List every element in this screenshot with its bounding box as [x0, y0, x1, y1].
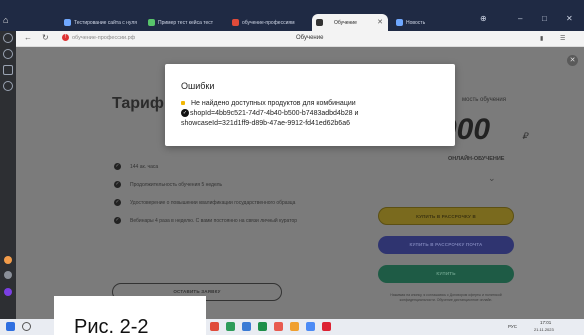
tab-label: обучение-профессиям	[242, 19, 295, 26]
taskbar-app-icon[interactable]	[290, 322, 299, 331]
reload-icon[interactable]: ↻	[42, 33, 49, 42]
tab-label: Тестирование сайта с нуля	[74, 19, 137, 26]
clock-date[interactable]: 21.11.2023	[534, 327, 554, 332]
browser-sidebar	[0, 31, 16, 319]
tab-active[interactable]: Обучение ✕	[312, 14, 388, 31]
taskbar-app-icon[interactable]	[306, 322, 315, 331]
cost-label: мость обучения	[462, 97, 507, 103]
online-label: ОНЛАЙН-ОБУЧЕНИЕ	[448, 156, 505, 162]
check-icon: ✓	[114, 217, 121, 224]
fine-print: Нажимая на кнопку, я соглашаюсь с Догово…	[390, 293, 502, 302]
shop-id: shopId=4bb9c521-74d7-4b40-b500-b7483adbd…	[190, 110, 359, 117]
buy-installment-post-button[interactable]: КУПИТЬ В РАССРОЧКУ ПОЧТА	[378, 236, 514, 254]
start-icon[interactable]	[6, 322, 15, 331]
tab-favicon-icon	[316, 19, 323, 26]
chevron-down-icon[interactable]: ⌄	[488, 173, 496, 184]
language-indicator[interactable]: РУС	[508, 324, 517, 329]
back-icon[interactable]: ←	[24, 33, 32, 42]
taskbar-app-icon[interactable]	[242, 322, 251, 331]
sidebar-alice-icon[interactable]	[4, 288, 12, 296]
tab-favicon-icon	[232, 19, 239, 26]
figure-caption: Рис. 2-2	[54, 296, 206, 335]
buy-button[interactable]: КУПИТЬ	[378, 265, 514, 283]
taskbar-app-icon[interactable]	[322, 322, 331, 331]
minimize-icon[interactable]: –	[518, 14, 522, 23]
tab-1[interactable]: Тестирование сайта с нуля	[60, 14, 142, 31]
reader-icon[interactable]: ☰	[560, 35, 565, 42]
feature-item: ✓ 144 ак. часа	[114, 163, 158, 170]
tab-label: Пример тест кейсa тест	[158, 19, 214, 26]
url-field[interactable]: обучение-профессии.рф	[72, 35, 135, 41]
browser-logo-icon: ⌂	[3, 15, 9, 25]
tab-5[interactable]: Новость	[392, 14, 462, 31]
taskbar-app-icon[interactable]	[274, 322, 283, 331]
taskbar-app-icon[interactable]	[226, 322, 235, 331]
page-title: Обучение	[296, 35, 324, 41]
modal-title: Ошибки	[181, 81, 215, 91]
tab-favicon-icon	[64, 19, 71, 26]
feature-item: ✓ Вебинары 4 раза в неделю. С вами посто…	[114, 217, 297, 224]
feature-item: ✓ Продолжительность обучения 5 недель	[114, 181, 222, 188]
feature-text: Вебинары 4 раза в неделю. С вами постоян…	[130, 217, 298, 224]
tab-favicon-icon	[396, 19, 403, 26]
feature-text: 144 ак. часа	[130, 163, 159, 170]
sidebar-add-icon[interactable]	[4, 271, 12, 279]
tab-label: Обучение	[334, 19, 357, 26]
warning-icon[interactable]: !	[62, 34, 69, 41]
taskbar-app-icon[interactable]	[258, 322, 267, 331]
sidebar-settings-icon[interactable]	[3, 81, 13, 91]
new-tab-icon[interactable]: ⊕	[480, 14, 487, 23]
search-icon[interactable]	[22, 322, 31, 331]
sidebar-bookmarks-icon[interactable]	[3, 65, 13, 75]
tariff-title: Тариф	[112, 95, 164, 112]
error-modal: Ошибки Не найдено доступных продуктов дл…	[165, 64, 455, 146]
feature-item: ✓ Удостоверение о повышении квалификации…	[114, 199, 295, 206]
bullet-icon	[181, 101, 185, 106]
currency-symbol: ₽	[522, 131, 528, 141]
close-icon[interactable]: ✕	[567, 55, 578, 66]
showcase-id: showcaseId=321d1ff9-d89b-47ae-9912-fd41e…	[181, 120, 350, 127]
maximize-icon[interactable]: □	[542, 14, 547, 23]
tab-label: Новость	[406, 19, 426, 26]
tab-3[interactable]: обучение-профессиям	[228, 14, 310, 31]
address-bar: ← ↻ ! обучение-профессии.рф Обучение ▮ ☰	[16, 31, 584, 47]
clock-time[interactable]: 17:01	[540, 320, 551, 325]
check-icon: ✓	[181, 109, 189, 118]
feature-text: Удостоверение о повышении квалификации г…	[130, 199, 296, 206]
buy-installment-button[interactable]: КУПИТЬ В РАССРОЧКУ В	[378, 207, 514, 225]
feature-text: Продолжительность обучения 5 недель	[130, 181, 223, 188]
sidebar-downloads-icon[interactable]	[3, 49, 13, 59]
tab-favicon-icon	[148, 19, 155, 26]
browser-tab-bar: ⌂ Тестирование сайта с нуля Пример тест …	[0, 0, 584, 31]
check-icon: ✓	[114, 181, 121, 188]
tab-close-icon[interactable]: ✕	[377, 18, 383, 26]
check-icon: ✓	[114, 163, 121, 170]
taskbar-app-icon[interactable]	[210, 322, 219, 331]
sidebar-app-icon[interactable]	[4, 256, 12, 264]
close-window-icon[interactable]: ✕	[566, 14, 573, 23]
check-icon: ✓	[114, 199, 121, 206]
message-prefix: Не найдено доступных продуктов для комби…	[191, 100, 356, 107]
modal-message: Не найдено доступных продуктов для комби…	[181, 99, 443, 129]
sidebar-history-icon[interactable]	[3, 33, 13, 43]
bookmark-icon[interactable]: ▮	[540, 35, 543, 42]
tab-2[interactable]: Пример тест кейсa тест	[144, 14, 226, 31]
